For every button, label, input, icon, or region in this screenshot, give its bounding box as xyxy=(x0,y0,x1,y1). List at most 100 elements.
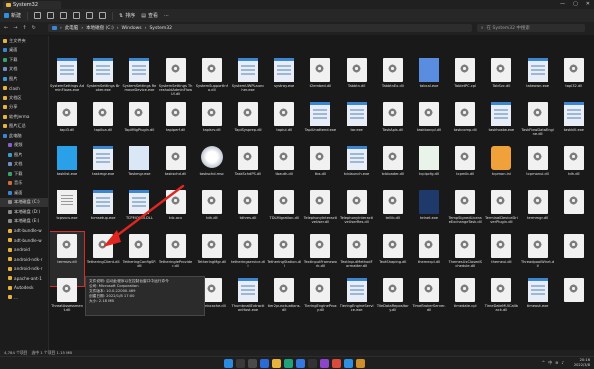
cut-button[interactable] xyxy=(34,12,42,19)
file-name xyxy=(557,40,591,53)
wifi-icon[interactable]: ≋ xyxy=(555,360,558,366)
sidebar-item[interactable]: 此电脑 xyxy=(0,131,48,141)
sidebar-item[interactable]: adt-bundle-w xyxy=(0,236,48,246)
up-icon[interactable]: ↑ xyxy=(22,25,26,31)
sidebar-item[interactable]: apache-ant-1 xyxy=(0,274,48,284)
sidebar-item[interactable]: 分享 xyxy=(0,103,48,113)
sidebar-item[interactable]: 主文件夹 xyxy=(0,36,48,46)
minimize-icon[interactable]: — xyxy=(560,1,565,7)
widgets-icon[interactable] xyxy=(260,359,269,368)
more-label: ··· xyxy=(163,12,169,19)
dll-file-icon xyxy=(527,190,548,214)
sidebar-item[interactable]: 文档区 xyxy=(0,93,48,103)
sidebar-item[interactable]: 图片 xyxy=(0,74,48,84)
store-icon[interactable] xyxy=(296,359,305,368)
sidebar-item[interactable]: android xyxy=(0,245,48,255)
chevron-up-icon[interactable]: ^ xyxy=(542,360,545,366)
dll-file-icon xyxy=(382,58,403,82)
windows-start-icon[interactable] xyxy=(224,359,233,368)
sidebar-item[interactable]: 桌面 xyxy=(0,46,48,56)
sidebar-item[interactable]: 下载 xyxy=(0,169,48,179)
app-icon[interactable] xyxy=(356,359,365,368)
terminal-icon[interactable] xyxy=(308,359,317,368)
sidebar-item[interactable]: android-ndk-r xyxy=(0,264,48,274)
file-item[interactable]: tier2punctuations.dll xyxy=(267,276,301,330)
breadcrumb-item[interactable]: 本地磁盘 (C:) xyxy=(86,25,114,31)
sidebar-item[interactable]: 文档 xyxy=(0,65,48,75)
edge-icon[interactable] xyxy=(284,359,293,368)
forward-icon[interactable]: → xyxy=(13,25,17,31)
file-item[interactable]: timedate.cpl xyxy=(448,276,482,330)
dll-file-icon xyxy=(310,146,331,170)
file-item[interactable]: ThumbnailExtractionHost.exe xyxy=(231,276,265,330)
sort-button[interactable]: ⇅ 排序 xyxy=(119,12,135,20)
folder-icon xyxy=(8,285,12,290)
file-item[interactable]: TimeDateMUICallback.dll xyxy=(484,276,518,330)
paste-button[interactable] xyxy=(60,12,68,19)
window-tab[interactable]: System32 xyxy=(3,1,61,9)
sidebar-item[interactable]: 下载 xyxy=(0,55,48,65)
dll-file-icon xyxy=(382,190,403,214)
exe-file-icon xyxy=(527,278,548,302)
sidebar-item[interactable]: 图片汇总 xyxy=(0,122,48,132)
breadcrumb-item[interactable]: Windows xyxy=(122,26,142,31)
back-icon[interactable]: ← xyxy=(4,25,8,31)
refresh-icon[interactable]: ↻ xyxy=(32,25,36,31)
dll-file-icon xyxy=(419,102,439,126)
search-icon[interactable] xyxy=(236,359,245,368)
vscode-icon[interactable] xyxy=(344,359,353,368)
sidebar-item[interactable]: adt-bundle-w xyxy=(0,226,48,236)
clock[interactable]: 20:16 2022/3/8 xyxy=(574,358,590,367)
search-box[interactable]: ⌕ 在 System32 中搜索 xyxy=(477,24,585,32)
file-item[interactable]: TieringEngineProxy.dll xyxy=(303,276,337,330)
sidebar-item[interactable]: 本地磁盘 (E:) xyxy=(0,217,48,227)
rename-button[interactable] xyxy=(73,12,81,19)
sidebar-item-label: android-ndk-r xyxy=(14,266,43,272)
delete-button[interactable] xyxy=(99,12,107,19)
sidebar-item[interactable]: 视频 xyxy=(0,141,48,151)
dll-file-icon xyxy=(563,146,584,170)
sidebar-item[interactable]: 图片 xyxy=(0,150,48,160)
close-icon[interactable]: ✕ xyxy=(586,1,590,7)
breadcrumb-item[interactable]: System32 xyxy=(149,26,172,31)
address-bar[interactable]: › 此电脑 › 本地磁盘 (C:) › Windows › System32 xyxy=(48,24,472,32)
view-button[interactable]: ▤ 查看 xyxy=(141,12,158,20)
visualstudio-icon[interactable] xyxy=(320,359,329,368)
dll-file-icon xyxy=(274,102,295,126)
folder-icon xyxy=(8,162,12,167)
sidebar-item[interactable]: 文档 xyxy=(0,160,48,170)
sidebar-item[interactable]: 音乐 xyxy=(0,179,48,189)
sidebar-item[interactable]: 本地磁盘 (D:) xyxy=(0,207,48,217)
more-button[interactable]: ··· xyxy=(164,13,169,19)
explorer-icon[interactable] xyxy=(272,359,281,368)
maximize-icon[interactable]: ▢ xyxy=(573,1,578,7)
file-item[interactable] xyxy=(557,276,591,330)
sidebar-item[interactable]: android-ndk-r xyxy=(0,255,48,265)
volume-icon[interactable]: ♪ xyxy=(561,360,564,366)
chrome-icon[interactable] xyxy=(332,359,341,368)
copy-button[interactable] xyxy=(47,12,55,19)
share-button[interactable] xyxy=(86,12,94,19)
file-item[interactable]: TileDataRepository.dll xyxy=(376,276,410,330)
file-item[interactable]: ThreatAssessment.dll xyxy=(50,276,84,330)
file-name: TieringEngineService.exe xyxy=(339,304,374,313)
taskview-icon[interactable] xyxy=(248,359,257,368)
breadcrumb-item[interactable]: 此电脑 xyxy=(65,25,79,31)
dll-file-icon xyxy=(346,190,367,214)
sidebar-item-label: 图片 xyxy=(9,75,18,81)
file-item[interactable]: TieringEngineService.exe xyxy=(340,276,374,330)
new-button[interactable]: 新建 xyxy=(4,12,21,19)
language-indicator[interactable]: 中 xyxy=(548,360,552,366)
sidebar-item[interactable]: 软件Jerma xyxy=(0,112,48,122)
sidebar-item[interactable]: ... xyxy=(0,293,48,303)
sidebar-item[interactable]: 本地磁盘 (C:) xyxy=(0,197,48,207)
dll-file-icon xyxy=(93,102,114,126)
sidebar-item[interactable]: Autodesk xyxy=(0,283,48,293)
file-item[interactable]: timeout.exe xyxy=(521,276,555,330)
dll-file-icon xyxy=(455,146,476,170)
sidebar-item[interactable]: clash xyxy=(0,84,48,94)
sidebar-item-label: android xyxy=(14,247,30,253)
file-item[interactable]: TimeBrokerServer.dll xyxy=(412,276,446,330)
sidebar-item[interactable]: 桌面 xyxy=(0,188,48,198)
dll-file-icon xyxy=(274,190,295,214)
